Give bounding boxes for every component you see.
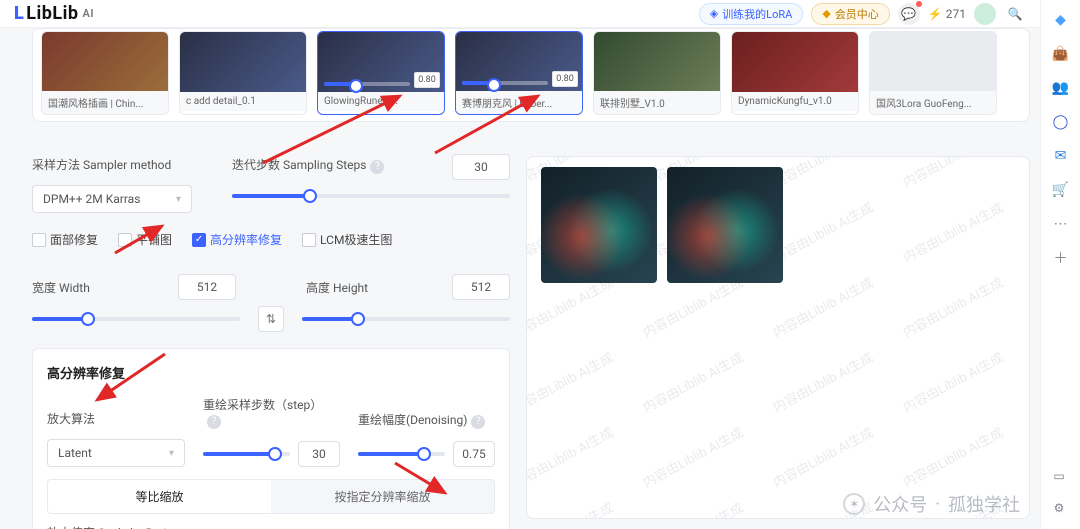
side-rail: ◆ 👜 👥 ◯ ✉ 🛒 ⋯ ＋ bbox=[1040, 0, 1080, 529]
tiling-checkbox[interactable]: 平铺图 bbox=[118, 231, 172, 248]
lora-card-label: 联排别墅_V1.0 bbox=[594, 91, 720, 114]
lora-card[interactable]: 0.80 赛博朋克风 | Cyber... bbox=[455, 31, 583, 115]
lora-card[interactable]: DynamicKungfu_v1.0 bbox=[731, 31, 859, 115]
user-avatar[interactable] bbox=[974, 3, 996, 25]
lora-card[interactable]: c add detail_0.1 bbox=[179, 31, 307, 115]
scale-by-ratio-tab[interactable]: 等比缩放 bbox=[48, 480, 271, 513]
hires-panel: 高分辨率修复 放大算法 Latent▾ 重绘采样步数（step）? 30 重绘幅… bbox=[32, 348, 510, 529]
chevron-down-icon: ▾ bbox=[169, 448, 174, 459]
floating-tools: ▭ ⚙ bbox=[1042, 465, 1076, 519]
sampler-label: 采样方法 Sampler method bbox=[32, 156, 192, 173]
rail-bag-icon[interactable]: 👜 bbox=[1051, 44, 1071, 64]
credits-display: ⚡271 bbox=[928, 7, 966, 21]
preview-image[interactable] bbox=[667, 167, 783, 283]
lora-card-label: GlowingRunes ... bbox=[318, 92, 444, 111]
denoise-slider[interactable] bbox=[358, 442, 445, 466]
lora-card-label: DynamicKungfu_v1.0 bbox=[732, 92, 858, 111]
hires-steps-value[interactable]: 30 bbox=[298, 441, 340, 467]
scale-by-resolution-tab[interactable]: 按指定分辨率缩放 bbox=[271, 480, 494, 513]
help-icon[interactable]: ? bbox=[207, 415, 221, 429]
lora-weight-badge[interactable]: 0.80 bbox=[552, 71, 578, 87]
hires-fix-checkbox[interactable]: ✓高分辨率修复 bbox=[192, 231, 282, 248]
steps-slider[interactable] bbox=[232, 194, 510, 198]
lcm-checkbox[interactable]: LCM极速生图 bbox=[302, 231, 392, 248]
logo: LLibLibAI bbox=[14, 3, 94, 24]
steps-value[interactable]: 30 bbox=[452, 154, 510, 180]
rail-cart-icon[interactable]: 🛒 bbox=[1051, 180, 1071, 200]
height-value[interactable]: 512 bbox=[452, 274, 510, 300]
denoise-label: 重绘幅度(Denoising)? bbox=[358, 411, 495, 429]
lora-card[interactable]: 联排别墅_V1.0 bbox=[593, 31, 721, 115]
book-icon[interactable]: ▭ bbox=[1048, 465, 1070, 487]
scale-ratio-label: 放大倍率 Scale by Ratio bbox=[47, 524, 495, 529]
help-icon[interactable]: ? bbox=[471, 415, 485, 429]
settings-icon[interactable]: ⚙ bbox=[1048, 497, 1070, 519]
lora-card-label: 赛博朋克风 | Cyber... bbox=[456, 91, 582, 114]
denoise-value[interactable]: 0.75 bbox=[453, 441, 495, 467]
rail-more-icon[interactable]: ⋯ bbox=[1051, 214, 1071, 234]
upscaler-select[interactable]: Latent▾ bbox=[47, 439, 185, 467]
lora-thumbnails-box: 国潮风格插画 | Chin... c add detail_0.1 0.80 Glow… bbox=[32, 28, 1030, 122]
help-icon[interactable]: ? bbox=[370, 160, 384, 174]
preview-panel: 内容由Liblib AI生成内容由Liblib AI生成内容由Liblib AI… bbox=[526, 156, 1030, 519]
hires-title: 高分辨率修复 bbox=[47, 363, 495, 382]
messages-icon[interactable]: 💬 bbox=[898, 3, 920, 25]
rail-add-icon[interactable]: ＋ bbox=[1051, 248, 1071, 268]
lora-card[interactable]: 0.80 GlowingRunes ... bbox=[317, 31, 445, 115]
width-value[interactable]: 512 bbox=[178, 274, 236, 300]
rail-mail-icon[interactable]: ✉ bbox=[1051, 146, 1071, 166]
lora-card-label: c add detail_0.1 bbox=[180, 92, 306, 111]
chevron-down-icon: ▾ bbox=[176, 194, 181, 205]
face-restore-checkbox[interactable]: 面部修复 bbox=[32, 231, 98, 248]
rail-ring-icon[interactable]: ◯ bbox=[1051, 112, 1071, 132]
width-slider[interactable] bbox=[32, 307, 240, 331]
lora-card-label: 国潮风格插画 | Chin... bbox=[42, 91, 168, 114]
lora-card-label: 国风3Lora GuoFeng... bbox=[870, 91, 996, 114]
upscaler-label: 放大算法 bbox=[47, 410, 185, 427]
preview-image[interactable] bbox=[541, 167, 657, 283]
steps-label: 迭代步数 Sampling Steps? 30 bbox=[232, 156, 510, 182]
sampler-select[interactable]: DPM++ 2M Karras▾ bbox=[32, 185, 192, 213]
scale-mode-tabs: 等比缩放 按指定分辨率缩放 bbox=[47, 479, 495, 514]
height-slider[interactable] bbox=[302, 307, 510, 331]
rail-diamond-icon[interactable]: ◆ bbox=[1051, 10, 1071, 30]
hires-steps-label: 重绘采样步数（step）? bbox=[203, 396, 340, 429]
top-bar: LLibLibAI ◈训练我的LoRA ◆会员中心 💬 ⚡271 🔍 bbox=[0, 0, 1040, 28]
search-icon[interactable]: 🔍 bbox=[1004, 3, 1026, 25]
height-label: 高度 Height bbox=[306, 279, 368, 296]
lora-card[interactable]: 国潮风格插画 | Chin... bbox=[41, 31, 169, 115]
vip-button[interactable]: ◆会员中心 bbox=[811, 3, 889, 25]
lora-weight-badge[interactable]: 0.80 bbox=[414, 72, 440, 88]
controls-panel: 采样方法 Sampler method DPM++ 2M Karras▾ 迭代步… bbox=[32, 156, 510, 519]
lora-card[interactable]: 国风3Lora GuoFeng... bbox=[869, 31, 997, 115]
swap-dims-button[interactable]: ⇅ bbox=[258, 306, 284, 332]
train-lora-button[interactable]: ◈训练我的LoRA bbox=[699, 3, 804, 25]
rail-people-icon[interactable]: 👥 bbox=[1051, 78, 1071, 98]
width-label: 宽度 Width bbox=[32, 279, 90, 296]
hires-steps-slider[interactable] bbox=[203, 442, 290, 466]
